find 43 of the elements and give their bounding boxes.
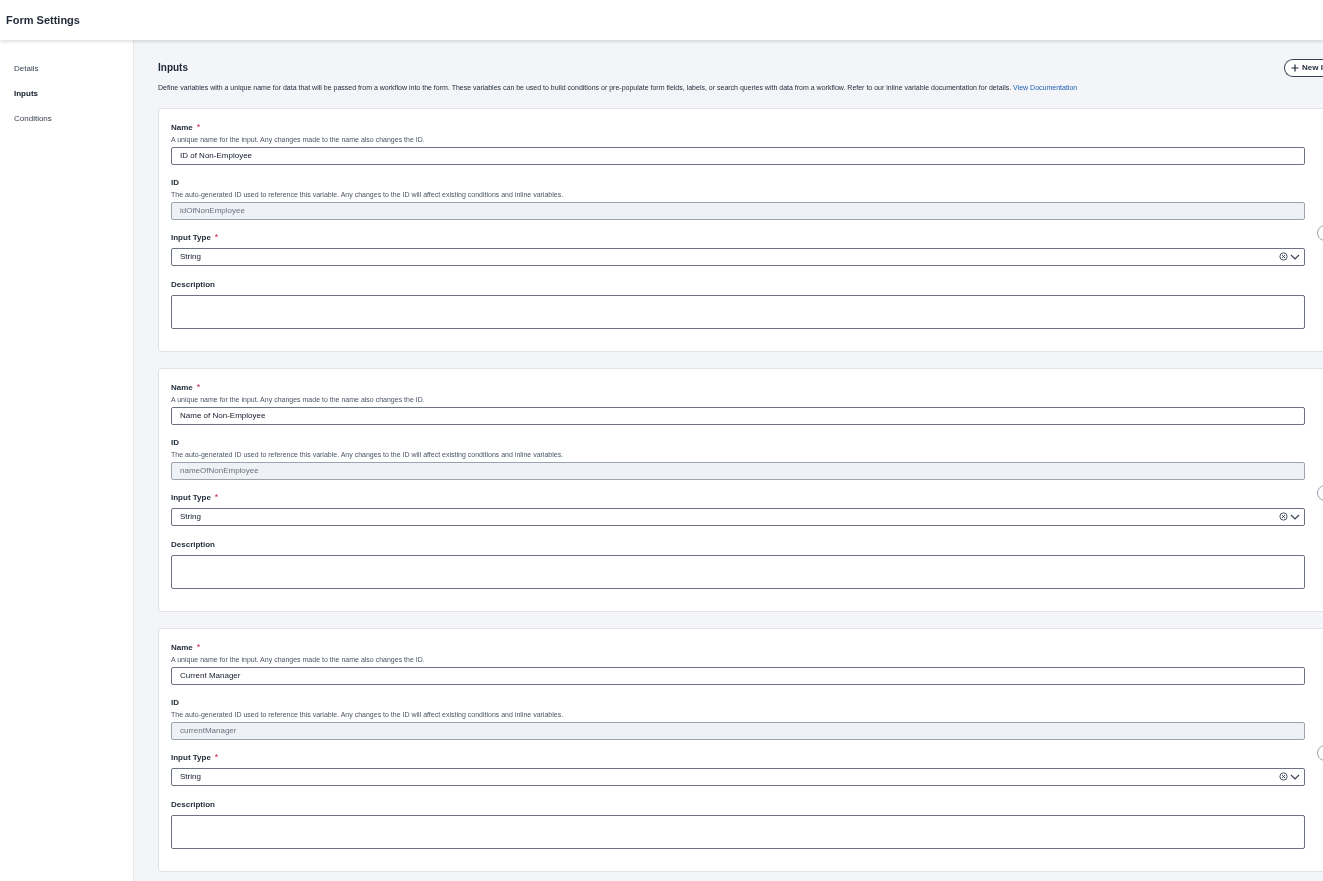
field-label: Description [171, 540, 215, 549]
required-mark: * [196, 123, 201, 132]
required-mark: * [196, 643, 201, 652]
id-input-field[interactable]: idOfNonEmployee [171, 201, 1305, 220]
required-mark: * [196, 383, 201, 392]
field-label: Input Type [171, 233, 211, 242]
clear-icon[interactable] [1279, 252, 1288, 261]
description-input-field[interactable] [171, 814, 1305, 849]
field-label: ID [171, 178, 179, 187]
input-type-select[interactable]: String [171, 247, 1305, 266]
field-label: Description [171, 280, 215, 289]
chevron-down-icon[interactable] [1290, 512, 1300, 521]
chevron-down-icon[interactable] [1290, 772, 1300, 781]
required-mark: * [214, 753, 219, 762]
description-input-field[interactable] [171, 554, 1305, 589]
id-input-field[interactable]: currentManager [171, 721, 1305, 740]
sidebar-item[interactable]: Details [14, 64, 133, 74]
description-input-field[interactable] [171, 294, 1305, 329]
field-label: ID [171, 438, 179, 447]
page-title: Form Settings [6, 12, 80, 28]
name-input-field[interactable]: Current Manager [171, 666, 1305, 685]
field-label: Input Type [171, 753, 211, 762]
sidebar-item[interactable]: Conditions [14, 114, 133, 124]
name-input-field[interactable]: ID of Non-Employee [171, 146, 1305, 165]
chevron-down-icon[interactable] [1290, 252, 1300, 261]
field-label: Input Type [171, 493, 211, 502]
required-mark: * [214, 233, 219, 242]
input-type-select[interactable]: String [171, 507, 1305, 526]
new-input-button[interactable]: New I [1284, 59, 1323, 77]
input-type-select[interactable]: String [171, 767, 1305, 786]
clear-icon[interactable] [1279, 772, 1288, 781]
name-input-field[interactable]: Name of Non-Employee [171, 406, 1305, 425]
plus-icon [1291, 64, 1300, 72]
field-label: Description [171, 800, 215, 809]
field-label: Name [171, 123, 193, 132]
section-title: Inputs [158, 61, 188, 75]
field-label: ID [171, 698, 179, 707]
required-mark: * [214, 493, 219, 502]
field-label: Name [171, 383, 193, 392]
id-input-field[interactable]: nameOfNonEmployee [171, 461, 1305, 480]
field-label: Name [171, 643, 193, 652]
sidebar-item[interactable]: Inputs [14, 89, 133, 99]
clear-icon[interactable] [1279, 512, 1288, 521]
